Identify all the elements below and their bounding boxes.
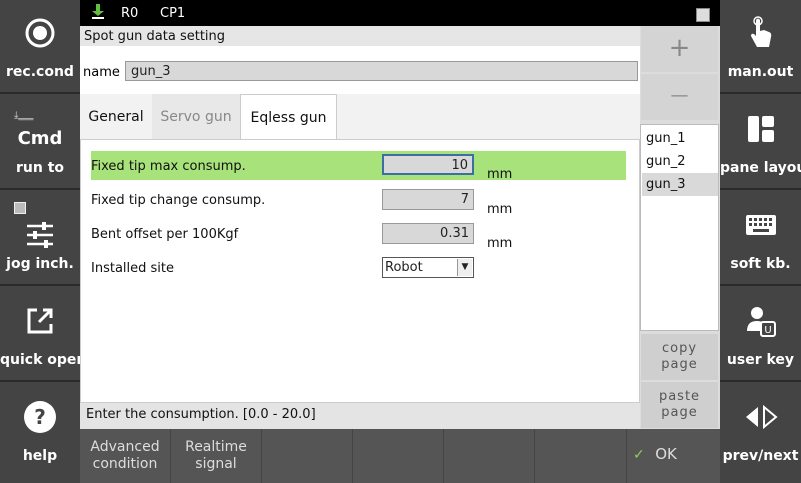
- copy-page-button[interactable]: copy page: [641, 334, 718, 380]
- fixed-tip-max-unit: mm: [487, 167, 513, 182]
- empty-softkey[interactable]: [444, 429, 535, 483]
- sliders-icon: [0, 218, 80, 252]
- rec-cond-label: rec.cond: [6, 64, 74, 80]
- gun-list: gun_1 gun_2 gun_3: [640, 124, 719, 331]
- jog-inch-label: jog inch.: [6, 256, 74, 272]
- checkmark-icon: ✓: [633, 447, 645, 463]
- help-button[interactable]: ? help: [0, 384, 80, 478]
- prev-next-label: prev/next: [722, 448, 799, 464]
- advanced-condition-button[interactable]: Advanced condition: [80, 429, 171, 483]
- help-label: help: [22, 448, 58, 464]
- hand-pointer-icon: [720, 16, 801, 50]
- cmd-icon: Cmd: [17, 127, 63, 149]
- gun-list-column: + — gun_1 gun_2 gun_3 copy page paste pa…: [640, 26, 720, 429]
- ok-button[interactable]: ✓ OK: [627, 429, 720, 483]
- tab-eqless-gun[interactable]: Eqless gun: [240, 94, 337, 140]
- right-sidebar: man.out pane layout soft kb. U user key …: [720, 0, 801, 483]
- installed-site-select[interactable]: Robot ▼: [382, 257, 474, 278]
- installed-site-value: Robot: [385, 260, 423, 275]
- empty-softkey[interactable]: [262, 429, 353, 483]
- window-title: Spot gun data setting: [80, 26, 640, 46]
- man-out-label: man.out: [727, 64, 794, 80]
- svg-text:?: ?: [34, 405, 46, 429]
- user-key-label: user key: [726, 352, 795, 368]
- quick-open-button[interactable]: quick open: [0, 288, 87, 382]
- left-sidebar: rec.cond ⤓‗‗‗ Cmd run to jog inch. quick…: [0, 0, 87, 483]
- bent-offset-unit: mm: [487, 236, 513, 251]
- prev-next-button[interactable]: prev/next: [720, 384, 801, 478]
- rec-cond-button[interactable]: rec.cond: [0, 0, 80, 94]
- fixed-tip-max-label: Fixed tip max consump.: [91, 159, 246, 174]
- add-button[interactable]: +: [641, 26, 718, 72]
- fixed-tip-change-label: Fixed tip change consump.: [91, 193, 266, 208]
- realtime-signal-button[interactable]: Realtime signal: [171, 429, 262, 483]
- external-link-icon: [0, 304, 80, 338]
- download-icon: [92, 4, 104, 24]
- soft-kb-label: soft kb.: [730, 256, 791, 272]
- empty-softkey[interactable]: [535, 429, 627, 483]
- fixed-tip-change-input[interactable]: 7: [382, 189, 474, 210]
- record-icon: [0, 16, 80, 50]
- bent-offset-label: Bent offset per 100Kgf: [91, 227, 239, 242]
- run-to-label: run to: [15, 160, 65, 176]
- help-icon: ?: [0, 400, 80, 434]
- gun-list-item[interactable]: gun_1: [642, 127, 718, 150]
- name-field[interactable]: gun_3: [125, 61, 638, 81]
- bottom-bar: Advanced condition Realtime signal ✓ OK: [80, 429, 720, 483]
- installed-site-label: Installed site: [91, 261, 174, 276]
- gun-list-item[interactable]: gun_2: [642, 150, 718, 173]
- prev-next-icon: [720, 400, 801, 434]
- keyboard-icon: [720, 208, 801, 242]
- gun-list-item-selected[interactable]: gun_3: [642, 173, 718, 196]
- quick-open-label: quick open: [0, 352, 87, 368]
- soft-kb-button[interactable]: soft kb.: [720, 192, 801, 286]
- fixed-tip-max-input[interactable]: 10: [382, 154, 474, 175]
- chevron-down-icon[interactable]: ▼: [457, 259, 472, 276]
- tab-servo-gun[interactable]: Servo gun: [152, 94, 240, 140]
- remove-button[interactable]: —: [641, 74, 718, 120]
- name-label: name: [83, 65, 120, 80]
- checkbox-indicator: [14, 202, 26, 214]
- svg-text:U: U: [764, 325, 771, 336]
- pane-layout-icon: [720, 112, 801, 146]
- user-key-button[interactable]: U user key: [720, 288, 801, 382]
- jog-inch-button[interactable]: jog inch.: [0, 192, 80, 286]
- window-icon[interactable]: [696, 8, 710, 22]
- paste-page-button[interactable]: paste page: [641, 382, 718, 428]
- status-message: Enter the consumption. [0.0 - 20.0]: [80, 403, 640, 429]
- tab-general[interactable]: General: [80, 94, 152, 140]
- user-key-icon: U: [720, 304, 801, 338]
- pane-layout-label: pane layout: [720, 160, 801, 176]
- run-to-button[interactable]: ⤓‗‗‗ Cmd run to: [0, 96, 80, 190]
- status-bar: R0 CP1: [80, 0, 720, 26]
- program-indicator: CP1: [160, 6, 186, 21]
- fixed-tip-change-unit: mm: [487, 202, 513, 217]
- step-icon: ⤓‗‗‗: [14, 110, 34, 121]
- empty-softkey[interactable]: [353, 429, 444, 483]
- man-out-button[interactable]: man.out: [720, 0, 801, 94]
- robot-indicator: R0: [121, 6, 139, 21]
- main-panel: name gun_3 General Servo gun Eqless gun …: [80, 46, 640, 403]
- pane-layout-button[interactable]: pane layout: [720, 96, 801, 190]
- bent-offset-input[interactable]: 0.31: [382, 223, 474, 244]
